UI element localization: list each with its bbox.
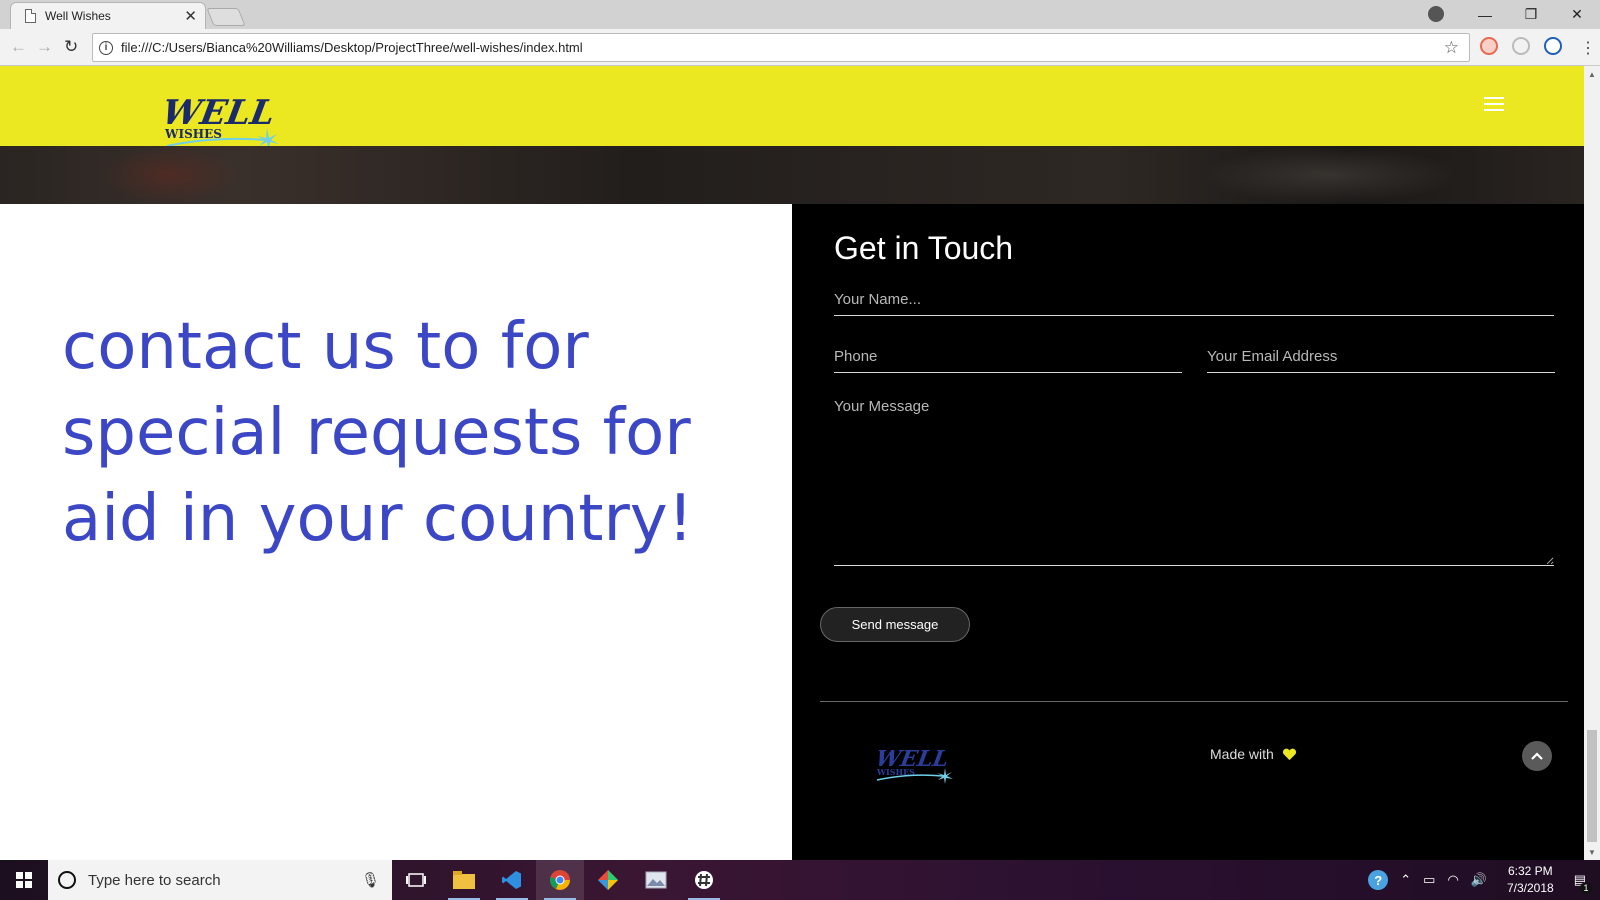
file-explorer-icon[interactable] [440, 860, 488, 900]
tab-title: Well Wishes [45, 9, 111, 23]
page-icon [25, 9, 36, 23]
browser-tab[interactable]: Well Wishes ✕ [10, 2, 206, 29]
extension-icon[interactable] [1480, 37, 1498, 55]
notification-icon[interactable]: ▤ 1 [1574, 872, 1592, 894]
message-field[interactable] [834, 398, 1554, 566]
chevron-up-icon [1531, 752, 1543, 760]
logo[interactable]: WELL WISHES [163, 88, 283, 152]
site-header: WELL WISHES [0, 66, 1584, 150]
page-scrollbar[interactable]: ▲ ▼ [1584, 66, 1600, 860]
browser-tab-strip: Well Wishes ✕ — ❐ ✕ [0, 0, 1600, 29]
minimize-button[interactable]: — [1462, 0, 1508, 29]
clock-time: 6:32 PM [1507, 864, 1553, 878]
email-field[interactable] [1207, 345, 1555, 373]
notification-count: 1 [1580, 882, 1592, 894]
windows-icon [16, 872, 32, 888]
send-message-button[interactable]: Send message [820, 607, 970, 642]
name-field[interactable] [834, 288, 1554, 316]
hero-image [0, 146, 1584, 204]
info-icon[interactable]: i [99, 40, 113, 55]
extension-icon[interactable] [1544, 37, 1562, 55]
restore-button[interactable]: ❐ [1508, 0, 1554, 29]
extension-icon[interactable] [1512, 37, 1530, 55]
address-bar[interactable]: i file:///C:/Users/Bianca%20Williams/Des… [92, 33, 1470, 62]
mic-icon[interactable]: 🎙 [361, 871, 380, 889]
volume-icon[interactable]: 🔊 [1471, 872, 1487, 888]
new-tab-button[interactable] [206, 8, 246, 26]
footer-logo[interactable]: WELL WISHES [875, 742, 955, 786]
menu-toggle-button[interactable] [1484, 97, 1504, 113]
taskbar-search[interactable]: Type here to search 🎙 [48, 860, 392, 900]
taskbar-search-placeholder: Type here to search [88, 871, 221, 889]
phone-field[interactable] [834, 345, 1182, 373]
promo-headline: contact us to for special requests for a… [62, 310, 694, 556]
vscode-icon[interactable] [488, 860, 536, 900]
scroll-thumb[interactable] [1587, 730, 1597, 842]
tab-close-button[interactable]: ✕ [184, 7, 197, 25]
url-text: file:///C:/Users/Bianca%20Williams/Deskt… [121, 40, 583, 55]
gitkraken-icon[interactable] [584, 860, 632, 900]
forward-button[interactable]: → [36, 37, 53, 57]
chrome-icon[interactable] [536, 860, 584, 900]
heart-icon [1282, 748, 1296, 760]
system-tray: ? ⌃ ▭ ◠ 🔊 6:32 PM 7/3/2018 ▤ 1 [1362, 860, 1600, 900]
star-icon[interactable]: ☆ [1444, 38, 1459, 58]
slack-icon[interactable] [680, 860, 728, 900]
start-button[interactable] [0, 860, 48, 900]
contact-title: Get in Touch [834, 230, 1014, 266]
footer-divider [820, 701, 1568, 702]
clock-date: 7/3/2018 [1506, 881, 1554, 895]
back-button[interactable]: ← [10, 37, 27, 57]
browser-toolbar: ← → ↻ i file:///C:/Users/Bianca%20Willia… [0, 29, 1600, 66]
back-to-top-button[interactable] [1522, 741, 1552, 771]
help-icon[interactable]: ? [1368, 870, 1389, 890]
contact-panel: Get in Touch Send message WELL WISHES Ma… [792, 204, 1584, 860]
menu-icon[interactable]: ⋮ [1580, 38, 1596, 58]
reload-button[interactable]: ↻ [64, 37, 78, 57]
taskbar: Type here to search 🎙 ? ⌃ ▭ ◠ 🔊 6:32 PM … [0, 860, 1600, 900]
page-viewport: WELL WISHES contact us to for special re… [0, 66, 1584, 860]
profile-icon[interactable] [1428, 6, 1444, 22]
battery-icon[interactable]: ▭ [1423, 872, 1435, 888]
promo-panel: contact us to for special requests for a… [0, 204, 792, 860]
wifi-icon[interactable]: ◠ [1447, 872, 1458, 888]
chevron-up-icon[interactable]: ⌃ [1400, 872, 1411, 888]
photos-icon[interactable] [632, 860, 680, 900]
close-window-button[interactable]: ✕ [1554, 0, 1600, 29]
made-with: Made with [1210, 746, 1297, 762]
task-view-button[interactable] [392, 860, 440, 900]
made-with-label: Made with [1210, 746, 1274, 762]
clock[interactable]: 6:32 PM 7/3/2018 [1507, 863, 1554, 897]
search-icon [58, 871, 76, 889]
